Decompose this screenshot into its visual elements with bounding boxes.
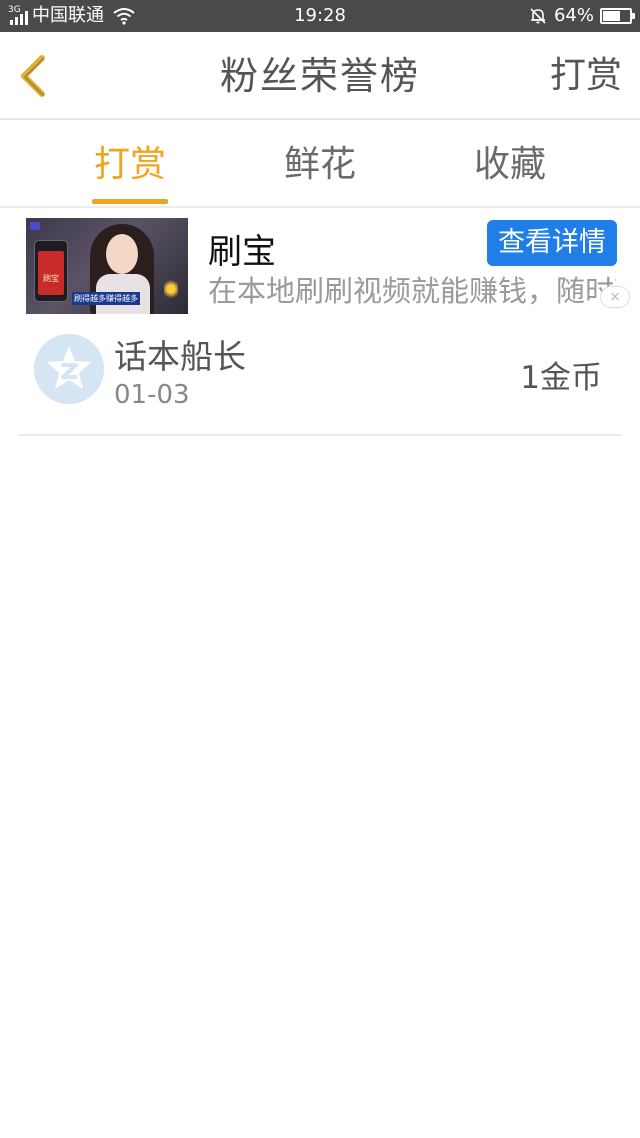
page-title: 粉丝荣誉榜	[219, 54, 420, 98]
avatar-star-icon	[34, 334, 104, 404]
rank-list: 话本船长 01-03 1金币	[0, 318, 640, 436]
user-name: 话本船长	[114, 337, 246, 376]
list-item[interactable]: 话本船长 01-03 1金币	[18, 318, 622, 436]
battery-percent: 64%	[553, 5, 594, 26]
thumb-caption: 刷得越多赚得越多	[72, 292, 140, 305]
tab-flowers[interactable]: 鲜花	[255, 122, 385, 208]
ad-thumbnail[interactable]: 刷宝 刷得越多赚得越多	[26, 218, 188, 314]
person-face	[106, 234, 138, 274]
close-ad-icon[interactable]: ×	[600, 286, 630, 308]
view-details-button[interactable]: 查看详情	[487, 220, 617, 266]
app-logo-icon	[30, 222, 40, 230]
ad-banner[interactable]: 刷宝 刷得越多赚得越多 刷宝 查看详情 在本地刷刷视频就能赚钱，随时可以提现 ×	[0, 210, 640, 318]
sparkle-icon	[164, 278, 178, 300]
reward-button[interactable]: 打赏	[550, 32, 622, 120]
header: 粉丝荣誉榜 打赏	[0, 32, 640, 120]
battery-fill	[603, 11, 620, 21]
tab-reward[interactable]: 打赏	[65, 122, 195, 208]
tab-label: 收藏	[473, 144, 546, 185]
tab-label: 打赏	[93, 144, 166, 185]
status-bar: 3G 中国联通 19:28 64%	[0, 0, 640, 32]
bell-off-icon	[530, 8, 546, 24]
ad-description: 在本地刷刷视频就能赚钱，随时可以提现	[208, 274, 616, 308]
status-right: 64%	[528, 0, 635, 32]
tab-bar: 打赏 鲜花 收藏	[0, 122, 640, 208]
reward-amount: 1金币	[520, 360, 602, 396]
active-tab-indicator	[92, 199, 168, 204]
tab-favorites[interactable]: 收藏	[445, 122, 575, 208]
ad-title: 刷宝	[208, 232, 276, 272]
tab-label: 鲜花	[283, 144, 356, 185]
reward-date: 01-03	[114, 380, 190, 410]
battery-icon	[600, 8, 635, 24]
phone-screen-label: 刷宝	[43, 274, 59, 283]
default-avatar-icon	[34, 334, 104, 404]
phone-icon: 刷宝	[34, 240, 68, 302]
